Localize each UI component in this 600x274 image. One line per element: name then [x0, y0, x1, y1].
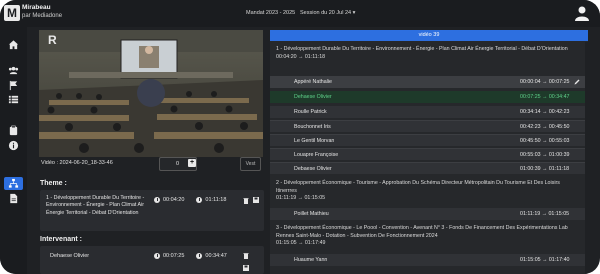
home-icon[interactable]	[8, 39, 19, 50]
app-title: Mirabeau	[22, 4, 51, 11]
document-icon[interactable]	[8, 193, 19, 204]
list-icon[interactable]	[8, 94, 19, 105]
speaker-name: Louapre Françoise	[294, 152, 339, 158]
theme-text: 1 - Développement Durable Du Territoire …	[46, 195, 145, 216]
clipboard-icon[interactable]	[8, 125, 19, 136]
speaker-row[interactable]: Bouchonnet Iris 00:42:23 → 00:45:50	[270, 120, 588, 132]
session-dropdown[interactable]: Session du 20 Jul 24 ▾	[300, 10, 355, 16]
intervenant-card: Dehaese Olivier 00:07:25 00:34:47	[40, 246, 264, 274]
tab-video[interactable]: vidéo 39	[270, 30, 588, 41]
pencil-icon[interactable]	[574, 79, 580, 85]
app-logo[interactable]: M	[4, 5, 20, 21]
speaker-name: Bouchonnet Iris	[294, 124, 331, 130]
speaker-name: Le Gentil Morvan	[294, 138, 335, 144]
sequence-panel: vidéo 39 1 - Développement Durable Du Te…	[270, 30, 588, 274]
intervenant-end: 00:34:47	[205, 253, 227, 259]
intervenant-heading: Intervenant :	[40, 236, 83, 243]
speaker-row[interactable]: Le Gentil Morvan 00:45:50 → 00:55:03	[270, 134, 588, 146]
save-icon[interactable]	[253, 197, 259, 203]
video-frame-image: R	[39, 30, 263, 157]
topic-item[interactable]: 1 - Développement Durable Du Territoire …	[270, 46, 588, 61]
speaker-name: Huaume Yann	[294, 257, 328, 263]
mandat-label: Mandat 2023 - 2025	[246, 10, 296, 16]
speaker-name: Poillet Mathieu	[294, 211, 329, 217]
speaker-row[interactable]: Louapre Françoise 00:55:03 → 01:00:39	[270, 148, 588, 160]
speaker-name: Roulle Patrick	[294, 109, 327, 115]
scrollbar[interactable]	[585, 42, 588, 274]
speaker-row[interactable]: Roulle Patrick 00:34:14 → 00:42:23	[270, 106, 588, 118]
video-filename: Vidéo : 2024-06-20_18-33-46	[41, 160, 113, 166]
theme-heading: Theme :	[40, 180, 67, 187]
speaker-time: 00:00:04 → 00:07:25	[520, 79, 570, 85]
topic-item[interactable]: 3 - Développement Économique - Le Poool …	[270, 225, 588, 248]
topic-item[interactable]: 2 - Développement Économique - Tourisme …	[270, 180, 588, 203]
theme-card: 1 - Développement Durable Du Territoire …	[40, 190, 264, 231]
svg-text:R: R	[48, 33, 57, 47]
trash-icon[interactable]	[243, 197, 249, 204]
topic-title: 1 - Développement Durable Du Territoire …	[276, 46, 568, 52]
flag-icon[interactable]	[8, 80, 19, 91]
network-icon[interactable]	[8, 178, 19, 189]
speaker-time: 00:42:23 → 00:45:50	[520, 124, 570, 130]
app-window: M Mirabeau par Mediadone Mandat 2023 - 2…	[0, 0, 600, 274]
user-icon[interactable]	[574, 5, 590, 21]
topic-title: 2 - Développement Économique - Tourisme …	[276, 180, 560, 194]
speed-value: 0	[176, 161, 180, 167]
intervenant-name: Dehaese Olivier	[50, 253, 90, 259]
clock-icon	[154, 253, 160, 259]
speaker-name: Debaese Olivier	[294, 166, 332, 172]
clock-icon	[154, 197, 160, 203]
play-overlay	[137, 79, 165, 107]
topic-range: 01:15:05 → 01:17:49	[276, 240, 326, 247]
speaker-name: Appéré Nathalie	[294, 79, 332, 85]
speaker-time: 00:55:03 → 01:00:39	[520, 152, 570, 158]
video-player[interactable]: R	[39, 30, 263, 157]
speaker-time: 01:11:19 → 01:15:05	[520, 211, 570, 217]
vest-button[interactable]: Vest	[240, 157, 261, 171]
speaker-time: 00:07:25 → 00:34:47	[520, 94, 570, 100]
users-icon[interactable]	[8, 65, 19, 76]
speaker-row[interactable]: Poillet Mathieu 01:11:19 → 01:15:05	[270, 208, 588, 220]
topic-title: 3 - Développement Économique - Le Poool …	[276, 225, 568, 239]
theme-end: 01:11:18	[205, 197, 227, 203]
speaker-time: 00:45:50 → 00:55:03	[520, 138, 570, 144]
speed-plus-button[interactable]: +	[188, 159, 196, 167]
speaker-row-active[interactable]: Dehaese Olivier 00:07:25 → 00:34:47	[270, 91, 588, 103]
sidebar	[0, 27, 27, 274]
speaker-time: 00:34:14 → 00:42:23	[520, 109, 570, 115]
speaker-row[interactable]: Huaume Yann 01:15:05 → 01:17:40	[270, 254, 588, 266]
theme-start: 00:04:20	[163, 197, 185, 203]
save-icon[interactable]	[243, 265, 249, 271]
topic-range: 01:11:19 → 01:15:05	[276, 195, 326, 202]
intervenant-start: 00:07:25	[163, 253, 185, 259]
clock-icon	[196, 197, 203, 203]
speaker-time: 01:00:39 → 01:11:18	[520, 166, 570, 172]
trash-icon[interactable]	[243, 252, 249, 259]
app-subtitle: par Mediadone	[22, 13, 63, 19]
speaker-row[interactable]: Debaese Olivier 01:00:39 → 01:11:18	[270, 162, 588, 174]
speaker-name: Dehaese Olivier	[294, 94, 332, 100]
speaker-time: 01:15:05 → 01:17:40	[520, 257, 570, 263]
clock-icon	[196, 253, 203, 259]
info-icon[interactable]	[8, 140, 19, 151]
top-bar: M Mirabeau par Mediadone Mandat 2023 - 2…	[0, 0, 600, 27]
topic-range: 00:04:20 → 01:11:18	[276, 53, 326, 60]
speaker-row[interactable]: Appéré Nathalie 00:00:04 → 00:07:25	[270, 76, 588, 88]
